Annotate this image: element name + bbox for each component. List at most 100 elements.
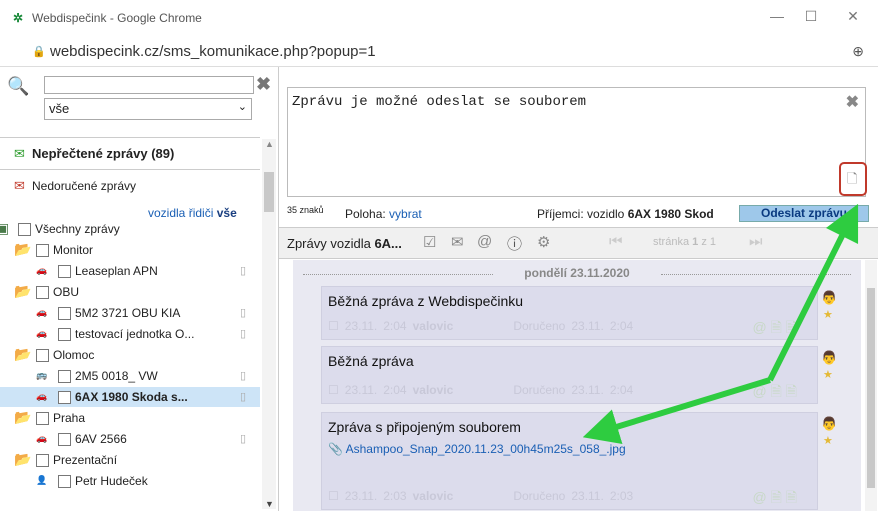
checkbox-icon[interactable]: ☑ xyxy=(423,233,436,251)
checkbox-icon: ☐ xyxy=(328,489,339,503)
clear-search-icon[interactable]: ✖ xyxy=(256,74,271,95)
close-icon[interactable]: ✕ xyxy=(838,8,868,25)
tree-item[interactable]: 👤 Petr Hudeček xyxy=(0,471,260,491)
filter-drivers-link[interactable]: řidiči xyxy=(189,206,214,220)
at-icon[interactable]: @ xyxy=(477,233,492,250)
folder-icon: 📂 xyxy=(14,241,32,257)
tree-item-checkbox[interactable] xyxy=(36,349,49,362)
tree-item-checkbox[interactable] xyxy=(36,286,49,299)
checkbox-icon: ☐ xyxy=(328,383,339,397)
tree-item-label: 6AV 2566 xyxy=(75,432,127,446)
tree-item[interactable]: 📂 Prezentační xyxy=(0,450,260,470)
checkbox-icon: ☐ xyxy=(328,319,339,333)
page-total: 1 xyxy=(709,236,717,248)
delivered-time: 2:04 xyxy=(609,319,634,333)
gear-icon[interactable]: ⚙ xyxy=(537,233,550,251)
star-icon[interactable]: ★ xyxy=(823,308,833,321)
tree-item[interactable]: 🚗 testovací jednotka O... ▯ xyxy=(0,324,260,344)
tree-item-checkbox[interactable] xyxy=(18,223,31,236)
message-text: Běžná zpráva xyxy=(328,353,414,369)
tree-item[interactable]: 📂 Praha xyxy=(0,408,260,428)
tree-item-checkbox[interactable] xyxy=(36,412,49,425)
tree-item[interactable]: 🚗 5M2 3721 OBU KIA ▯ xyxy=(0,303,260,323)
message-scroll-thumb[interactable] xyxy=(867,288,875,488)
position-label: Poloha: xyxy=(345,207,386,221)
delivered-date: 23.11. xyxy=(571,319,604,333)
tree-item[interactable]: ▣ Všechny zprávy xyxy=(0,219,260,239)
maximize-icon[interactable]: ☐ xyxy=(796,8,826,25)
message-bubble[interactable]: Zpráva s připojeným souborem 📎 Ashampoo_S… xyxy=(321,412,818,510)
page-current: 1 xyxy=(692,236,699,248)
url-text[interactable]: webdispecink.cz/sms_komunikace.php?popup… xyxy=(50,43,376,60)
message-compose-area[interactable]: Zprávu je možné odeslat se souborem ✖ 🗋 xyxy=(287,87,867,197)
title-bar: ✲ Webdispečink - Google Chrome — ☐ ✕ xyxy=(0,0,878,38)
tree-item-checkbox[interactable] xyxy=(36,244,49,257)
search-input[interactable] xyxy=(44,76,254,94)
last-page-icon[interactable]: ⏭ xyxy=(749,233,763,250)
minimize-icon[interactable]: — xyxy=(762,8,792,24)
tree-item[interactable]: 🚗 6AV 2566 ▯ xyxy=(0,429,260,449)
tree-item-checkbox[interactable] xyxy=(58,391,71,404)
message-time: 2:04 xyxy=(383,319,407,333)
message-actions-icons[interactable]: @ 🗎 🗎 xyxy=(752,381,797,405)
tree-item[interactable]: 📂 OBU xyxy=(0,282,260,302)
tree-item-label: 2M5 0018_ VW xyxy=(75,369,158,383)
device-icon: ▯ xyxy=(240,328,247,340)
address-bar[interactable]: 🔒 webdispecink.cz/sms_komunikace.php?pop… xyxy=(0,38,878,67)
folder-icon: 📂 xyxy=(14,451,32,467)
message-date: 23.11. xyxy=(344,489,378,503)
tree-item-label: 6AX 1980 Skoda s... xyxy=(75,390,188,404)
message-list-scrollbar[interactable] xyxy=(865,260,877,511)
zoom-icon[interactable]: ⊕ xyxy=(852,43,864,60)
position-select-link[interactable]: vybrat xyxy=(389,207,422,221)
delivered-date: 23.11. xyxy=(571,383,604,397)
attach-file-button[interactable]: 🗋 xyxy=(839,162,867,196)
envelope-open-icon[interactable]: ✉ xyxy=(451,233,464,251)
app-logo-icon: ✲ xyxy=(13,11,24,25)
unread-messages-item[interactable]: ✉ Nepřečtené zprávy (89) xyxy=(0,137,260,170)
message-actions-icons[interactable]: @ 🗎 🗎 xyxy=(752,487,797,511)
message-user: valovic xyxy=(412,319,454,333)
filter-vehicles-link[interactable]: vozidla xyxy=(148,206,185,220)
star-icon[interactable]: ★ xyxy=(823,368,833,381)
tree-item[interactable]: 📂 Olomoc xyxy=(0,345,260,365)
car-icon: 🚗 xyxy=(36,391,48,401)
first-page-icon[interactable]: ⏮ xyxy=(609,233,623,250)
filter-all-link[interactable]: vše xyxy=(217,206,237,220)
attached-file-link[interactable]: 📎 Ashampoo_Snap_2020.11.23_00h45m25s_058… xyxy=(328,442,626,456)
folder-icon: 📂 xyxy=(14,346,32,362)
star-icon[interactable]: ★ xyxy=(823,434,833,447)
tree-item-checkbox[interactable] xyxy=(36,454,49,467)
tree-item[interactable]: 🚗 6AX 1980 Skoda s... ▯ xyxy=(0,387,260,407)
device-icon: ▯ xyxy=(240,433,247,445)
tree-item-checkbox[interactable] xyxy=(58,433,71,446)
message-bubble[interactable]: Běžná zpráva z Webdispečinku ☐ 23.11. 2:04 v… xyxy=(321,286,818,340)
left-scrollbar[interactable]: ▲ ▼ xyxy=(262,139,276,509)
send-message-button[interactable]: Odeslat zprávu xyxy=(739,205,869,222)
message-bubble[interactable]: Běžná zpráva ☐ 23.11. 2:04 valovic Doručeno 23… xyxy=(321,346,818,404)
scroll-down-icon[interactable]: ▼ xyxy=(265,499,274,509)
undelivered-messages-item[interactable]: ✉ Nedoručené zprávy xyxy=(0,169,260,202)
left-panel: 🔍 ✖ vše ⌄ ✉ Nepřečtené zprávy (89) ✉ Ned… xyxy=(0,67,279,511)
device-icon: ▯ xyxy=(240,391,247,403)
message-text[interactable]: Zprávu je možné odeslat se souborem xyxy=(292,94,586,110)
info-icon[interactable]: ⓘ xyxy=(507,233,522,254)
envelope-icon: ✉ xyxy=(14,146,25,161)
car-icon: 🚗 xyxy=(36,433,48,443)
tree-item[interactable]: 🚌 2M5 0018_ VW ▯ xyxy=(0,366,260,386)
tree-item[interactable]: 🚗 Leaseplan APN ▯ xyxy=(0,261,260,281)
tree-item[interactable]: 📂 Monitor xyxy=(0,240,260,260)
messages-toolbar: Zprávy vozidla 6A... ☑ ✉ @ ⓘ ⚙ ⏮ stránka… xyxy=(279,227,878,259)
folder-icon: 📂 xyxy=(14,409,32,425)
tree-item-checkbox[interactable] xyxy=(58,307,71,320)
tree-item-checkbox[interactable] xyxy=(58,475,71,488)
tree-item-label: Olomoc xyxy=(53,348,95,362)
tree-item-checkbox[interactable] xyxy=(58,265,71,278)
tree-item-checkbox[interactable] xyxy=(58,328,71,341)
clear-message-icon[interactable]: ✖ xyxy=(846,92,859,112)
message-actions-icons[interactable]: @ 🗎 🗎 xyxy=(752,317,797,341)
scroll-thumb[interactable] xyxy=(264,172,274,212)
tree-item-checkbox[interactable] xyxy=(58,370,71,383)
scroll-up-icon[interactable]: ▲ xyxy=(265,139,274,149)
filter-select[interactable]: vše ⌄ xyxy=(44,98,252,120)
